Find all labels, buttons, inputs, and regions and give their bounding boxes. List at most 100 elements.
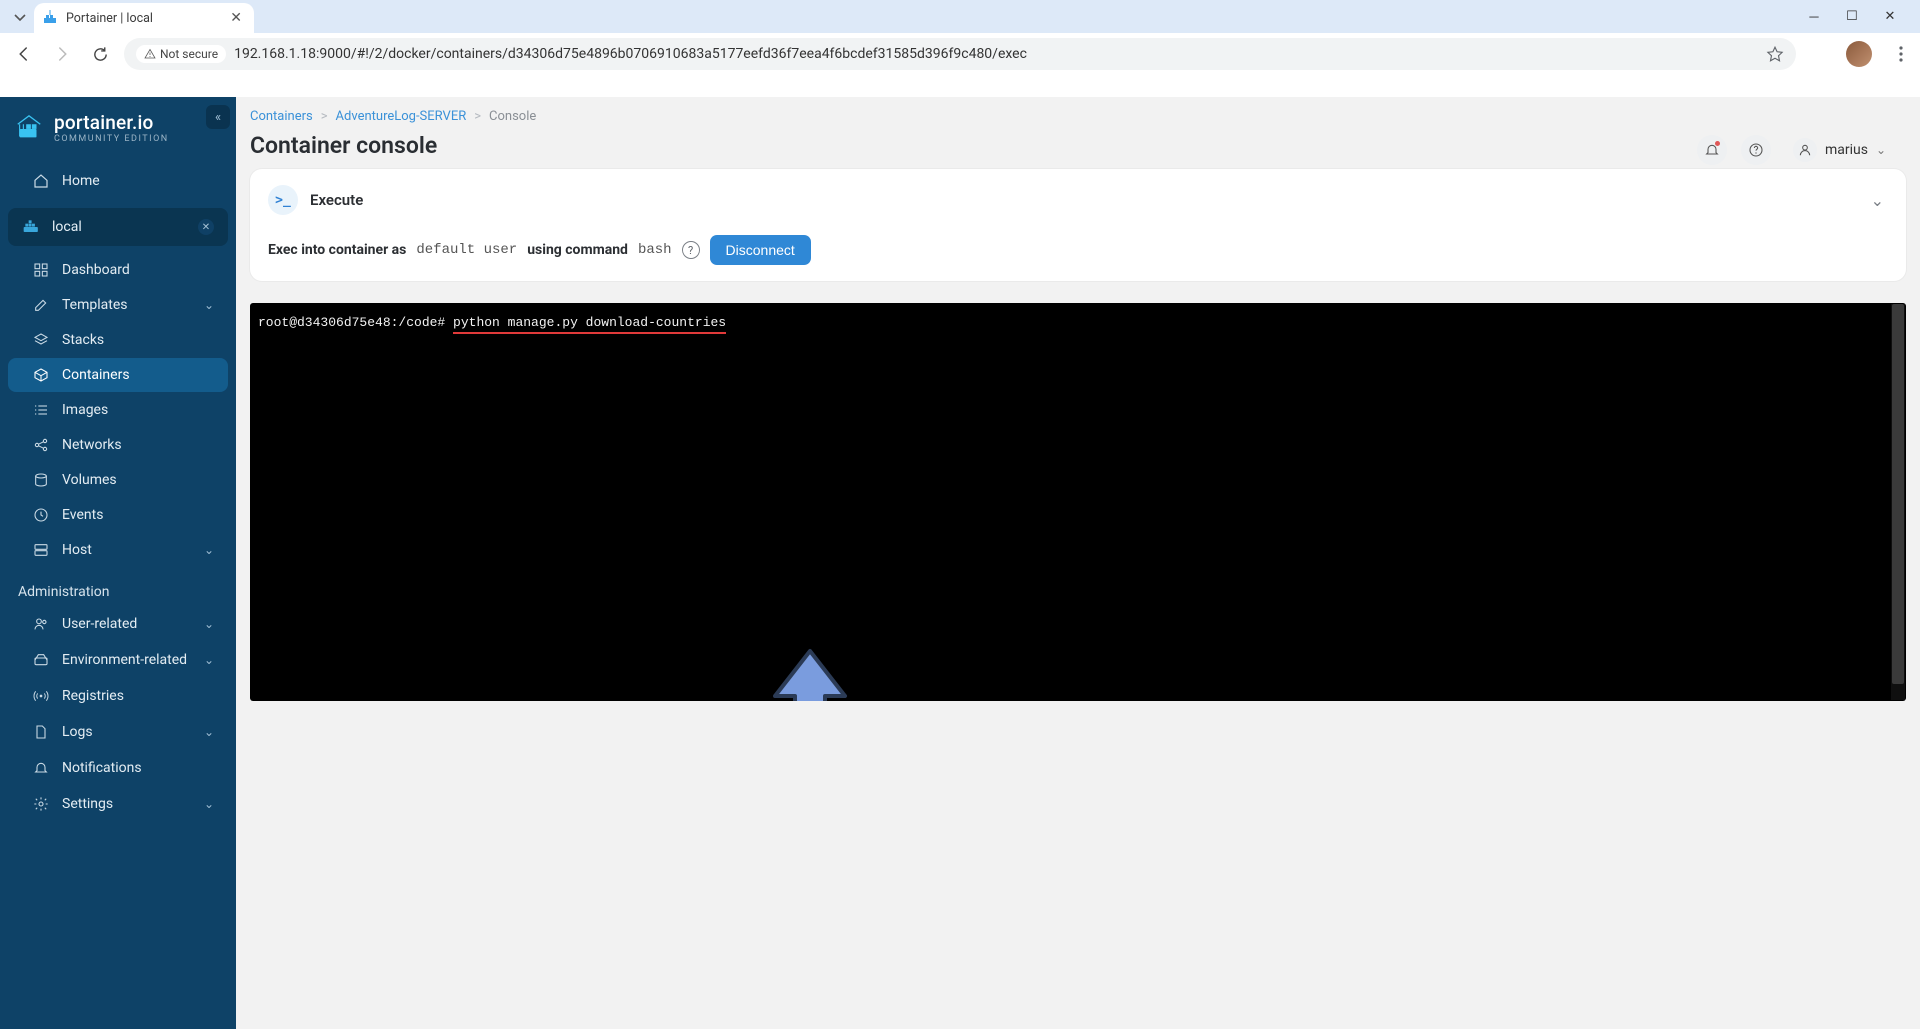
sidebar-item-user-related[interactable]: User-related ⌄: [8, 607, 228, 641]
chevron-down-icon: ⌄: [204, 797, 214, 811]
sidebar-item-notifications[interactable]: Notifications: [8, 751, 228, 785]
sidebar-environment[interactable]: local ✕: [8, 208, 228, 246]
file-icon: [32, 724, 50, 740]
breadcrumb-current: Console: [489, 109, 536, 124]
tab-search-button[interactable]: [6, 4, 34, 30]
sidebar-item-label: Events: [62, 507, 103, 523]
sidebar-item-environment-related[interactable]: Environment-related ⌄: [8, 643, 228, 677]
user-menu[interactable]: marius ⌄: [1785, 134, 1894, 166]
sidebar-item-label: Settings: [62, 796, 113, 812]
forward-button[interactable]: [48, 40, 76, 68]
security-badge-label: Not secure: [160, 47, 218, 61]
tab-close-button[interactable]: ✕: [226, 10, 246, 26]
breadcrumb-containers[interactable]: Containers: [250, 109, 313, 124]
sidebar-item-stacks[interactable]: Stacks: [8, 323, 228, 357]
hard-drive-icon: [32, 652, 50, 668]
user-icon: [1793, 138, 1817, 162]
database-icon: [32, 472, 50, 488]
sidebar-collapse-button[interactable]: «: [206, 105, 230, 129]
brand[interactable]: portainer.io COMMUNITY EDITION: [14, 111, 169, 144]
warning-icon: [144, 48, 156, 60]
exec-mid: using command: [527, 242, 628, 258]
chevron-down-icon: ⌄: [204, 653, 214, 667]
window-close-button[interactable]: ✕: [1880, 9, 1900, 25]
brand-name: portainer.io: [54, 111, 169, 134]
annotation-arrow: [760, 641, 860, 701]
environment-close-button[interactable]: ✕: [198, 219, 214, 235]
grid-icon: [32, 262, 50, 278]
security-badge[interactable]: Not secure: [136, 45, 226, 63]
sidebar-item-label: Volumes: [62, 472, 117, 488]
home-icon: [32, 173, 50, 189]
browser-tab-strip: Portainer | local ✕ ─ ☐ ✕: [0, 0, 1920, 33]
sidebar-item-label: Networks: [62, 437, 122, 453]
portainer-logo-icon: [14, 113, 44, 143]
sidebar-item-images[interactable]: Images: [8, 393, 228, 427]
window-maximize-button[interactable]: ☐: [1842, 9, 1862, 25]
bookmark-button[interactable]: [1766, 45, 1784, 63]
sidebar-item-templates[interactable]: Templates ⌄: [8, 288, 228, 322]
help-icon[interactable]: ?: [682, 241, 700, 259]
disconnect-button[interactable]: Disconnect: [710, 235, 811, 265]
environment-name: local: [52, 219, 188, 235]
terminal-icon: >_: [268, 185, 298, 215]
help-button[interactable]: [1741, 135, 1771, 165]
terminal-line: root@d34306d75e48:/code# python manage.p…: [258, 315, 1898, 330]
sidebar: portainer.io COMMUNITY EDITION « Home lo…: [0, 97, 236, 1029]
sidebar-item-networks[interactable]: Networks: [8, 428, 228, 462]
execute-header[interactable]: >_ Execute ⌄: [268, 185, 1888, 215]
sidebar-item-label: User-related: [62, 616, 137, 632]
sidebar-item-volumes[interactable]: Volumes: [8, 463, 228, 497]
sidebar-item-containers[interactable]: Containers: [8, 358, 228, 392]
sidebar-item-label: Registries: [62, 688, 124, 704]
sidebar-item-label: Host: [62, 542, 92, 558]
sidebar-item-host[interactable]: Host ⌄: [8, 533, 228, 567]
user-name: marius: [1825, 142, 1868, 158]
sidebar-item-events[interactable]: Events: [8, 498, 228, 532]
exec-user: default user: [416, 242, 517, 258]
chevron-down-icon: ⌄: [204, 543, 214, 557]
breadcrumb-container-name[interactable]: AdventureLog-SERVER: [336, 109, 467, 124]
browser-tab[interactable]: Portainer | local ✕: [34, 3, 254, 33]
sidebar-item-label: Notifications: [62, 760, 142, 776]
profile-avatar[interactable]: [1846, 41, 1872, 67]
reload-button[interactable]: [86, 40, 114, 68]
layers-icon: [32, 332, 50, 348]
bell-icon: [1704, 142, 1720, 158]
sidebar-item-dashboard[interactable]: Dashboard: [8, 253, 228, 287]
terminal[interactable]: root@d34306d75e48:/code# python manage.p…: [250, 303, 1906, 701]
terminal-command: python manage.py download-countries: [453, 315, 726, 330]
terminal-scrollbar[interactable]: [1891, 304, 1905, 700]
window-controls: ─ ☐ ✕: [1804, 9, 1914, 25]
browser-toolbar: Not secure 192.168.1.18:9000/#!/2/docker…: [0, 33, 1920, 75]
sidebar-section-administration: Administration: [0, 568, 236, 606]
tab-title: Portainer | local: [66, 11, 226, 26]
clock-icon: [32, 507, 50, 523]
server-icon: [32, 542, 50, 558]
sidebar-header: portainer.io COMMUNITY EDITION «: [0, 97, 236, 160]
sidebar-item-settings[interactable]: Settings ⌄: [8, 787, 228, 821]
chrome-menu-button[interactable]: [1892, 46, 1910, 62]
sidebar-item-label: Images: [62, 402, 108, 418]
sidebar-item-label: Home: [62, 173, 100, 189]
sidebar-item-registries[interactable]: Registries: [8, 679, 228, 713]
sidebar-item-home[interactable]: Home: [8, 164, 228, 198]
execute-card: >_ Execute ⌄ Exec into container as defa…: [250, 169, 1906, 281]
breadcrumb-separator: >: [321, 109, 328, 124]
main-content: Containers > AdventureLog-SERVER > Conso…: [236, 97, 1920, 1029]
back-button[interactable]: [10, 40, 38, 68]
sidebar-item-logs[interactable]: Logs ⌄: [8, 715, 228, 749]
sidebar-item-label: Environment-related: [62, 652, 187, 668]
users-icon: [32, 616, 50, 632]
scrollbar-thumb[interactable]: [1892, 304, 1904, 684]
docker-icon: [22, 218, 42, 236]
window-minimize-button[interactable]: ─: [1804, 9, 1824, 25]
sidebar-item-label: Containers: [62, 367, 130, 383]
portainer-favicon: [42, 10, 58, 26]
notifications-button[interactable]: [1697, 135, 1727, 165]
breadcrumb: Containers > AdventureLog-SERVER > Conso…: [250, 97, 1906, 130]
address-bar[interactable]: Not secure 192.168.1.18:9000/#!/2/docker…: [124, 38, 1796, 70]
gear-icon: [32, 796, 50, 812]
edit-icon: [32, 297, 50, 313]
sidebar-item-label: Logs: [62, 724, 93, 740]
